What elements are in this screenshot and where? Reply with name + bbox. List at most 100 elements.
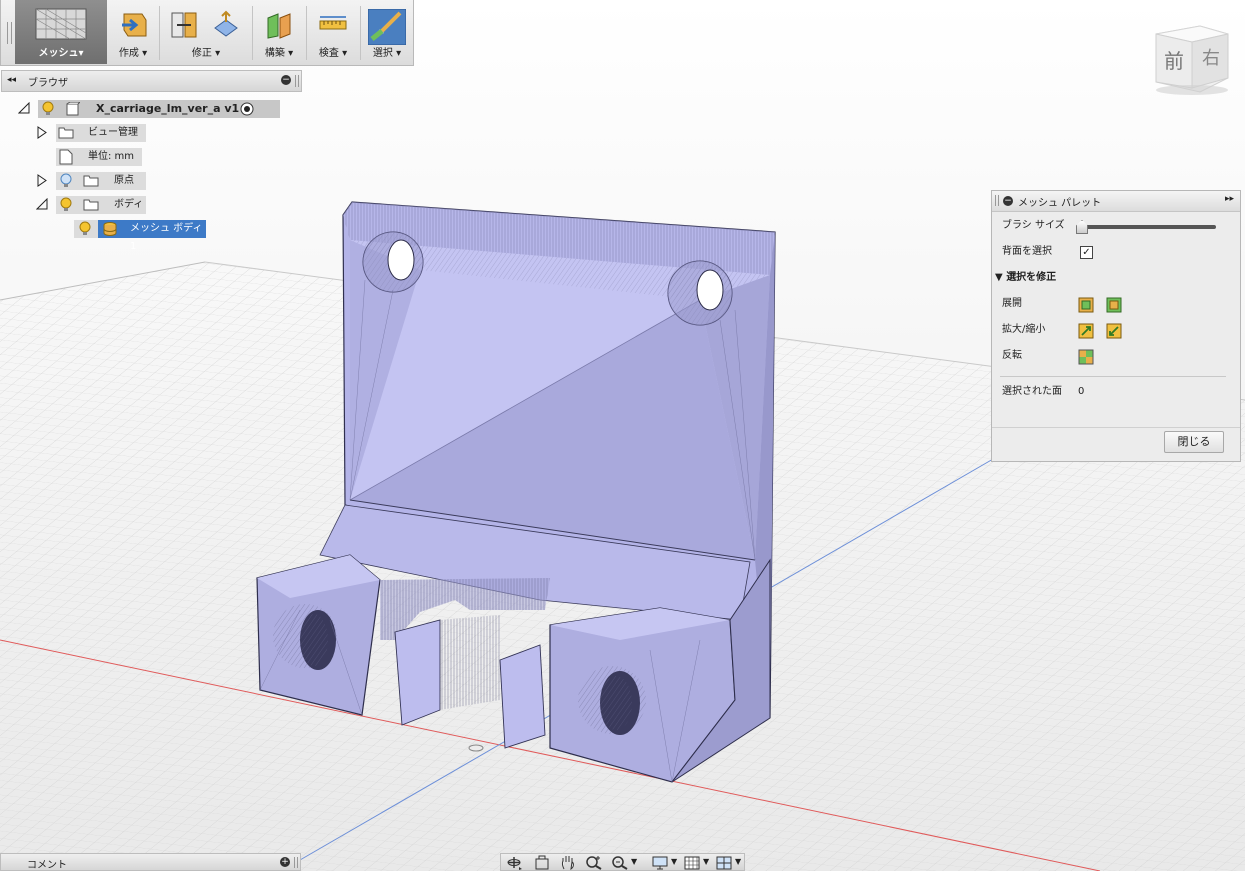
zoom-icon[interactable] [585, 855, 603, 870]
view-cube-front-label[interactable]: 前 [1164, 49, 1184, 73]
collapse-triangle-icon[interactable] [36, 198, 48, 210]
fit-zoom-icon[interactable] [611, 855, 629, 870]
folder-icon [83, 199, 99, 211]
tree-item-mesh-body[interactable]: メッシュ ボディ1 [74, 219, 206, 252]
create-label: 作成 [118, 48, 139, 59]
workspace-label: メッシュ [38, 48, 79, 59]
document-icon [59, 149, 73, 165]
tree-item-units[interactable]: 単位: mm [56, 147, 146, 167]
invert-row: 反転 [1002, 347, 1022, 365]
folder-icon [58, 127, 74, 139]
palette-footer-divider [992, 427, 1240, 428]
grid-settings-icon[interactable] [683, 855, 701, 870]
selected-faces-label: 選択された面 [1002, 386, 1062, 397]
comments-title: コメント [27, 860, 67, 871]
modify-section-label: 選択を修正 [1006, 272, 1057, 283]
display-settings-icon[interactable] [651, 855, 669, 870]
panel-grip-icon[interactable] [294, 857, 298, 868]
create-mesh-icon [122, 13, 147, 37]
backface-select-row: 背面を選択 [1002, 243, 1052, 261]
minimize-icon[interactable]: − [281, 75, 291, 85]
tree-item-label: メッシュ ボディ1 [130, 223, 203, 252]
ribbon-toolbar: メッシュ▾ 作成 ▾ 修正 ▾ 構築 ▾ 検査 ▾ 選択 ▾ [0, 0, 414, 66]
tree-item-label: ボディ [114, 199, 144, 210]
tree-root-row[interactable]: X_carriage_lm_ver_a v1 [18, 99, 280, 119]
select-menu-button[interactable]: 選択 ▾ [363, 0, 411, 64]
tree-item-bodies[interactable]: ボディ [36, 195, 151, 215]
mesh-palette-panel: − メッシュ パレット ▸▸ ブラシ サイズ 背面を選択 ✓ ▼ 選択を修正 展… [991, 190, 1241, 462]
look-at-icon[interactable] [533, 855, 551, 870]
pan-hand-icon[interactable] [559, 855, 577, 870]
selected-faces-row: 選択された面 0 [1002, 383, 1084, 401]
collapse-panel-icon[interactable]: ◂◂ [7, 75, 16, 85]
comments-panel-header[interactable]: コメント + [0, 853, 301, 871]
add-comment-icon[interactable]: + [280, 857, 290, 867]
measure-ruler-icon [319, 16, 347, 30]
slider-thumb[interactable] [1076, 220, 1088, 234]
tree-item-label: 原点 [114, 175, 134, 186]
construct-plane-icon [267, 13, 291, 39]
chevron-down-icon[interactable]: ▼ [735, 857, 741, 866]
modify-menu-button[interactable]: 修正 ▾ [163, 0, 249, 64]
component-icon [66, 102, 80, 116]
shrink-selection-icon[interactable] [1106, 323, 1122, 339]
chevron-down-icon: ▾ [288, 48, 294, 59]
chevron-down-icon[interactable]: ▼ [703, 857, 709, 866]
tree-item-origin[interactable]: 原点 [36, 171, 151, 191]
chevron-down-icon: ▾ [142, 48, 148, 59]
modify-selection-section[interactable]: ▼ 選択を修正 [995, 269, 1056, 287]
lightbulb-icon[interactable] [59, 197, 73, 213]
viewports-icon[interactable] [715, 855, 733, 870]
grow-shrink-row: 拡大/縮小 [1002, 321, 1045, 339]
view-cube[interactable]: 前 右 [1148, 22, 1230, 98]
orbit-icon[interactable] [505, 855, 523, 870]
chevron-down-icon[interactable]: ▼ [631, 857, 637, 866]
lightbulb-off-icon[interactable] [59, 173, 73, 189]
grow-selection-icon[interactable] [1078, 323, 1094, 339]
expand-row: 展開 [1002, 295, 1022, 313]
inspect-label: 検査 [318, 48, 339, 59]
browser-header: ◂◂ ブラウザ − [1, 70, 302, 92]
inspect-menu-button[interactable]: 検査 ▾ [309, 0, 357, 64]
remesh-icon [214, 10, 238, 37]
collapse-triangle-icon: ▼ [995, 272, 1003, 283]
invert-selection-icon[interactable] [1078, 349, 1094, 365]
contract-selection-icon[interactable] [1106, 297, 1122, 313]
tree-item-label: ビュー管理 [88, 127, 138, 138]
create-menu-button[interactable]: 作成 ▾ [109, 0, 157, 64]
lightbulb-icon[interactable] [41, 101, 55, 117]
palette-divider [1000, 376, 1226, 377]
select-brush-icon [368, 9, 406, 45]
lightbulb-icon[interactable] [78, 221, 92, 237]
brush-size-slider[interactable] [1076, 220, 1216, 234]
expand-triangle-icon[interactable] [36, 126, 48, 139]
expand-right-icon[interactable]: ▸▸ [1225, 194, 1234, 204]
construct-label: 構築 [264, 48, 285, 59]
brush-size-row: ブラシ サイズ [1002, 217, 1065, 235]
folder-icon [83, 175, 99, 187]
toolbar-grip[interactable] [7, 22, 12, 44]
select-label: 選択 [372, 48, 393, 59]
panel-grip-icon[interactable] [295, 75, 299, 87]
view-cube-right-label[interactable]: 右 [1202, 48, 1220, 69]
minimize-icon[interactable]: − [1003, 196, 1013, 206]
workspace-switcher-button[interactable]: メッシュ▾ [15, 0, 107, 64]
panel-grip-icon[interactable] [995, 195, 999, 206]
tree-item-view-management[interactable]: ビュー管理 [36, 123, 156, 143]
chevron-down-icon[interactable]: ▼ [671, 857, 677, 866]
expand-selection-icon[interactable] [1078, 297, 1094, 313]
expand-triangle-icon[interactable] [36, 174, 48, 187]
activate-radio-icon[interactable] [240, 102, 254, 116]
root-component-name: X_carriage_lm_ver_a v1 [96, 102, 240, 115]
backface-label: 背面を選択 [1002, 246, 1052, 257]
collapse-triangle-icon[interactable] [18, 102, 30, 114]
chevron-down-icon: ▾ [78, 48, 84, 59]
close-button[interactable]: 閉じる [1164, 431, 1224, 453]
browser-title: ブラウザ [28, 78, 68, 89]
grow-shrink-label: 拡大/縮小 [1002, 324, 1046, 335]
backface-checkbox[interactable]: ✓ [1080, 246, 1093, 259]
palette-header[interactable]: − メッシュ パレット ▸▸ [992, 191, 1240, 212]
selected-faces-count: 0 [1078, 386, 1085, 397]
chevron-down-icon: ▾ [396, 48, 402, 59]
construct-menu-button[interactable]: 構築 ▾ [255, 0, 303, 64]
